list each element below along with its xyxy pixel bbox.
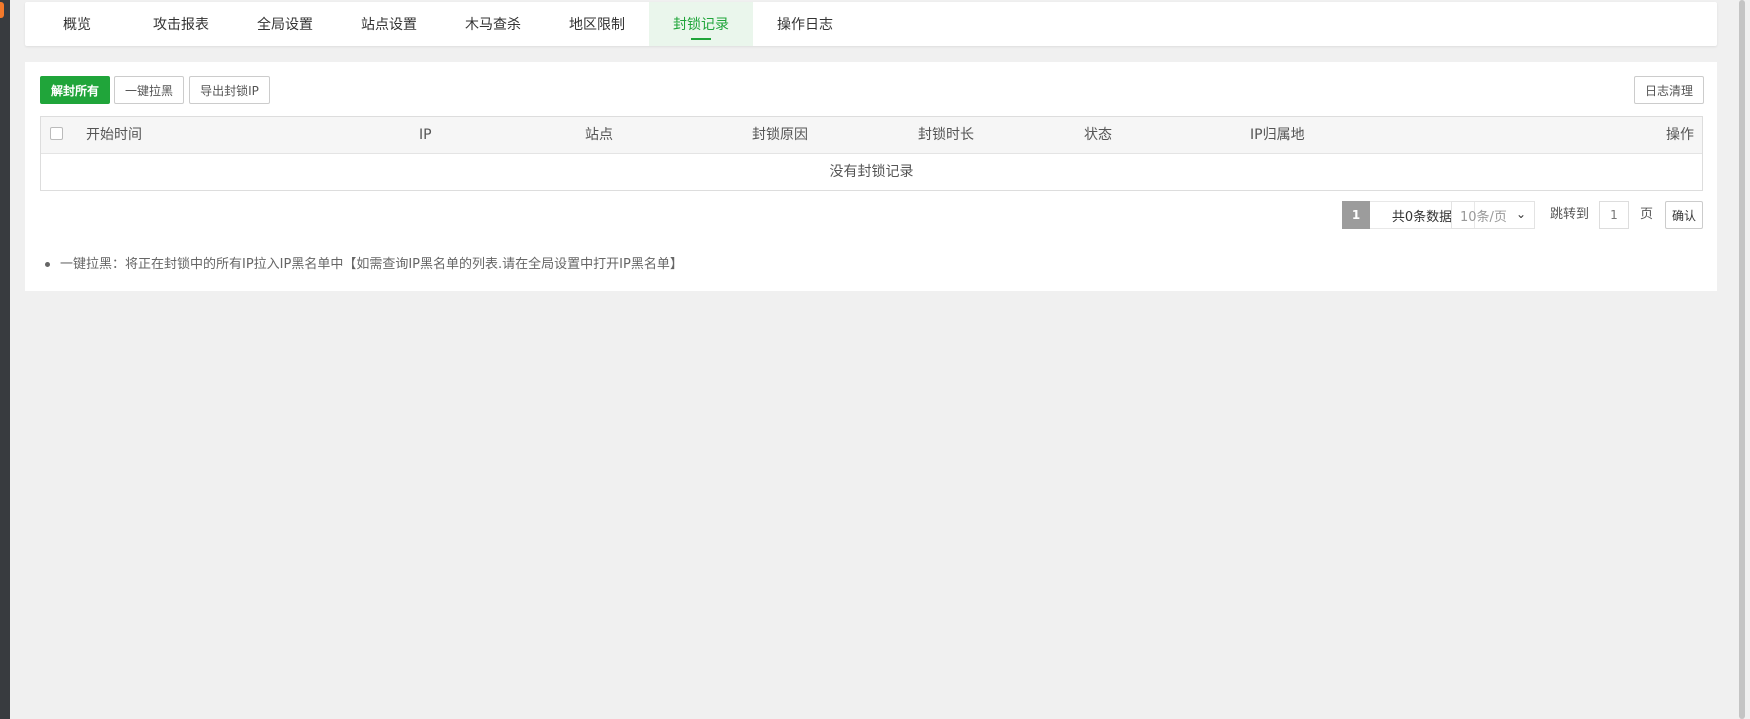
block-records-panel: 解封所有 一键拉黑 导出封锁IP 日志清理 开始时间 IP 站点 封锁原因 封锁… [25,62,1717,291]
column-ip-location: IP归属地 [1250,127,1305,143]
table-header: 开始时间 IP 站点 封锁原因 封锁时长 状态 IP归属地 操作 [41,117,1702,154]
sidebar-accent-marker [0,2,4,18]
page-unit-label: 页 [1640,207,1654,222]
pagination-confirm-button[interactable]: 确认 [1665,201,1703,229]
tab-operation-log[interactable]: 操作日志 [753,2,857,46]
scrollbar-thumb[interactable] [1739,0,1745,719]
column-ip: IP [419,127,432,143]
tab-overview[interactable]: 概览 [25,2,129,46]
export-blocked-ip-button[interactable]: 导出封锁IP [189,76,270,104]
blacklist-all-button[interactable]: 一键拉黑 [114,76,184,104]
bullet-icon [45,262,50,267]
column-start-time: 开始时间 [86,127,142,143]
jump-to-label: 跳转到 [1550,207,1590,222]
unblock-all-button[interactable]: 解封所有 [40,76,110,104]
column-site: 站点 [585,127,613,143]
page-size-value: 10条/页 [1460,209,1507,225]
column-actions: 操作 [1666,127,1694,143]
help-notes: 一键拉黑：将正在封锁中的所有IP拉入IP黑名单中【如需查询IP黑名单的列表.请在… [41,253,683,272]
tab-site-settings[interactable]: 站点设置 [337,2,441,46]
select-all-checkbox[interactable] [50,127,63,140]
block-records-table: 开始时间 IP 站点 封锁原因 封锁时长 状态 IP归属地 操作 没有封锁记录 [40,116,1703,191]
jump-page-input[interactable]: 1 [1599,201,1629,229]
column-block-reason: 封锁原因 [752,127,808,143]
chevron-down-icon: ⌄ [1515,207,1526,221]
tab-bar: 概览 攻击报表 全局设置 站点设置 木马查杀 地区限制 封锁记录 操作日志 [25,2,1717,46]
pagination-current-page[interactable]: 1 [1342,201,1370,229]
tab-trojan-scan[interactable]: 木马查杀 [441,2,545,46]
table-empty-message: 没有封锁记录 [829,164,914,180]
tab-global-settings[interactable]: 全局设置 [233,2,337,46]
help-note-text: 一键拉黑：将正在封锁中的所有IP拉入IP黑名单中【如需查询IP黑名单的列表.请在… [60,257,683,272]
scrollbar[interactable] [1736,0,1750,719]
tab-attack-report[interactable]: 攻击报表 [129,2,233,46]
column-block-duration: 封锁时长 [918,127,974,143]
page-size-select[interactable]: 10条/页 ⌄ [1451,201,1535,229]
clear-log-button[interactable]: 日志清理 [1634,76,1704,104]
tab-block-records[interactable]: 封锁记录 [649,2,753,46]
column-status: 状态 [1084,127,1112,143]
left-sidebar-strip [0,0,10,719]
tab-region-restriction[interactable]: 地区限制 [545,2,649,46]
